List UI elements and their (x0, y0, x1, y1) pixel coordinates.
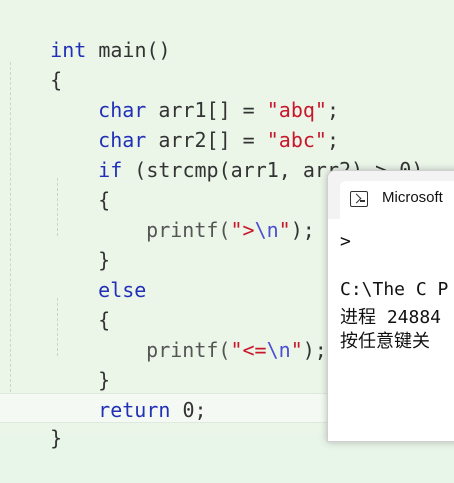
string-literal: "> (230, 218, 255, 242)
code-line-14[interactable]: } (2, 393, 62, 450)
code-line-4[interactable]: char arr2[] = "abc"; (50, 95, 339, 152)
console-output-line: C:\The C P (340, 279, 449, 300)
code-line-7[interactable]: printf(">\n"); (98, 185, 315, 242)
code-line-10[interactable]: { (50, 275, 110, 332)
terminal-icon (350, 191, 368, 207)
console-output-line: 进程 24884 (340, 307, 442, 328)
console-output-line: > (340, 231, 351, 252)
code-line-9[interactable]: else (50, 245, 146, 302)
code-text: ); (290, 218, 315, 242)
code-text: main() (86, 38, 171, 62)
code-line-8[interactable]: } (50, 215, 110, 272)
string-literal: " (278, 218, 291, 242)
string-literal: " (290, 338, 303, 362)
code-line-13[interactable]: return 0; (50, 365, 206, 422)
console-window[interactable]: Microsoft > C:\The C P 进程 24884 按任意键关 (327, 170, 454, 442)
code-text: 0; (170, 398, 207, 422)
function-call: printf( (146, 338, 231, 362)
code-line-11[interactable]: printf("<=\n"); (98, 305, 327, 362)
code-text: } (50, 426, 63, 450)
code-line-6[interactable]: { (50, 155, 110, 212)
keyword: return (98, 398, 171, 422)
code-line-5[interactable]: if (strcmp(arr1, arr2) > 0) (50, 125, 423, 182)
console-output-line: 按任意键关 (340, 331, 430, 352)
code-line-3[interactable]: char arr1[] = "abq"; (50, 65, 339, 122)
console-title: Microsoft (382, 189, 443, 206)
console-tab[interactable]: Microsoft (340, 181, 454, 219)
code-line-1[interactable]: int main() (2, 5, 170, 62)
code-text: ); (302, 338, 327, 362)
escape-sequence: \n (254, 218, 279, 242)
string-literal: "<= (230, 338, 267, 362)
function-call: printf( (146, 218, 231, 242)
code-line-2[interactable]: { (2, 35, 62, 92)
console-titlebar[interactable]: Microsoft (328, 171, 454, 219)
code-line-12[interactable]: } (50, 335, 110, 392)
escape-sequence: \n (266, 338, 291, 362)
